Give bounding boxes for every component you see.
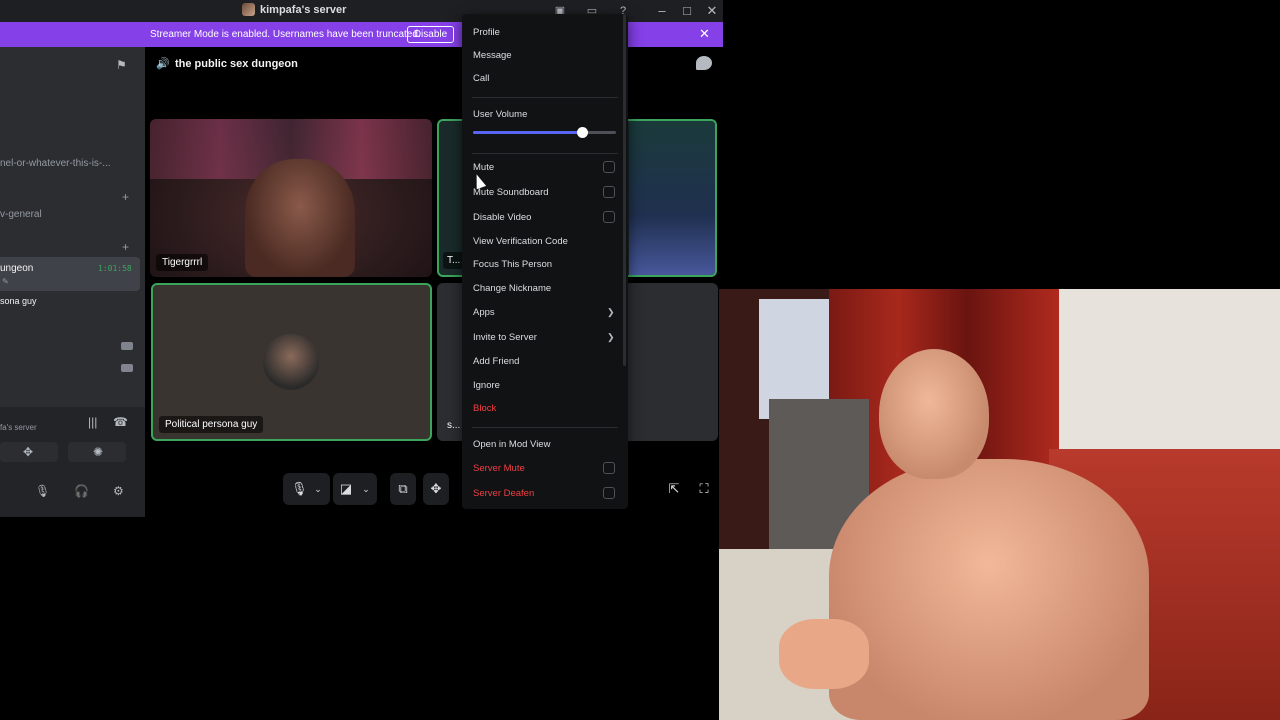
- avatar: [263, 334, 319, 390]
- chat-icon[interactable]: [696, 56, 712, 70]
- soundboard-icon: ✺: [93, 445, 104, 459]
- screen-share-icon: ⧉: [398, 481, 408, 496]
- popout-icon[interactable]: ⇱: [666, 473, 682, 505]
- window-title-text: kimpafa's server: [260, 3, 347, 16]
- menu-separator: [472, 427, 618, 428]
- mute-checkbox[interactable]: [603, 161, 615, 173]
- active-voice-channel[interactable]: ungeon 1:01:58 ✎: [0, 257, 140, 291]
- menu-item-invite-to-server[interactable]: Invite to Server: [473, 332, 537, 343]
- add-channel-icon[interactable]: +: [122, 190, 129, 204]
- disconnect-icon[interactable]: ☎: [113, 415, 128, 429]
- share-screen-button[interactable]: ⧉: [390, 473, 416, 505]
- maximize-icon[interactable]: □: [677, 2, 697, 20]
- streamer-webcam: [719, 289, 1280, 720]
- voice-timer: 1:01:58: [98, 264, 132, 273]
- server-deafen-checkbox[interactable]: [603, 487, 615, 499]
- menu-item-disable-video[interactable]: Disable Video: [473, 212, 531, 223]
- menu-item-message[interactable]: Message: [473, 50, 512, 61]
- chevron-right-icon: ❯: [607, 332, 615, 342]
- headphones-icon[interactable]: 🎧: [74, 484, 89, 498]
- menu-item-ignore[interactable]: Ignore: [473, 380, 500, 391]
- user-volume-slider[interactable]: [473, 127, 616, 138]
- menu-item-focus-this-person[interactable]: Focus This Person: [473, 259, 552, 270]
- menu-item-mute-soundboard[interactable]: Mute Soundboard: [473, 187, 549, 198]
- menu-separator: [472, 97, 618, 98]
- server-icon: [242, 3, 255, 16]
- channel-title: the public sex dungeon: [175, 58, 298, 70]
- menu-item-add-friend[interactable]: Add Friend: [473, 356, 519, 367]
- menu-item-open-in-mod-view[interactable]: Open in Mod View: [473, 439, 550, 450]
- add-member-icon[interactable]: ⚑: [116, 58, 130, 72]
- webcam-person: [779, 619, 869, 689]
- channel-item[interactable]: nel-or-whatever-this-is-...: [0, 158, 111, 169]
- menu-scrollbar[interactable]: [623, 14, 626, 366]
- participant-name: s...: [447, 420, 461, 431]
- chevron-down-icon: ⌄: [314, 484, 322, 494]
- apps-icon: ✥: [23, 445, 34, 459]
- mic-control[interactable]: 🎙 ⌄: [283, 473, 330, 505]
- menu-item-server-mute[interactable]: Server Mute: [473, 463, 525, 474]
- webcam-person: [829, 459, 1149, 720]
- noise-suppression-icon[interactable]: |||: [88, 415, 97, 429]
- channel-item[interactable]: v-general: [0, 209, 42, 220]
- apps-icon: ✥: [430, 481, 442, 496]
- mute-soundboard-checkbox[interactable]: [603, 186, 615, 198]
- chevron-down-icon: ⌄: [362, 484, 370, 494]
- participant-name: Tigergrrrl: [156, 254, 209, 271]
- window-title: kimpafa's server: [242, 3, 346, 16]
- banner-text: Streamer Mode is enabled. Usernames have…: [150, 29, 421, 40]
- close-banner-icon[interactable]: ✕: [699, 27, 710, 41]
- camera-icon: [121, 342, 133, 350]
- microphone-icon: 🎙: [291, 481, 308, 496]
- participant-video: [245, 159, 355, 277]
- menu-item-block[interactable]: Block: [473, 403, 496, 414]
- participant-name: Political persona guy: [159, 416, 264, 433]
- add-channel-icon[interactable]: +: [122, 240, 129, 254]
- menu-item-call[interactable]: Call: [473, 73, 489, 84]
- voice-server-name: fa's server: [0, 423, 37, 432]
- participant-video: [629, 121, 715, 275]
- voice-member[interactable]: sona guy: [0, 296, 37, 306]
- activities-button[interactable]: ✥: [423, 473, 449, 505]
- disable-streamer-mode-button[interactable]: Disable: [407, 26, 454, 43]
- menu-item-change-nickname[interactable]: Change Nickname: [473, 283, 551, 294]
- camera-icon: [121, 364, 133, 372]
- menu-item-view-verification-code[interactable]: View Verification Code: [473, 236, 568, 247]
- pencil-icon: ✎: [2, 277, 9, 286]
- minimize-icon[interactable]: –: [652, 2, 672, 20]
- activity-button[interactable]: ✥: [0, 442, 58, 462]
- video-tile-tigergrrrl[interactable]: Tigergrrrl: [150, 119, 432, 277]
- volume-slider-handle[interactable]: [576, 127, 588, 138]
- menu-item-apps[interactable]: Apps: [473, 307, 495, 318]
- soundboard-button[interactable]: ✺: [68, 442, 126, 462]
- voice-connection-panel: fa's server ||| ☎ ✥ ✺ 🎙 🎧 ⚙: [0, 407, 145, 517]
- menu-item-server-deafen[interactable]: Server Deafen: [473, 488, 534, 499]
- speaker-icon: 🔊: [156, 58, 170, 70]
- menu-item-mute[interactable]: Mute: [473, 162, 494, 173]
- chevron-right-icon: ❯: [607, 307, 615, 317]
- menu-separator: [472, 153, 618, 154]
- server-mute-checkbox[interactable]: [603, 462, 615, 474]
- disable-video-checkbox[interactable]: [603, 211, 615, 223]
- video-tile-political-persona-guy[interactable]: Political persona guy: [151, 283, 432, 441]
- channel-sidebar: ⚑ nel-or-whatever-this-is-... + v-genera…: [0, 47, 145, 517]
- settings-icon[interactable]: ⚙: [113, 484, 124, 498]
- voice-channel-label: ungeon: [0, 263, 34, 274]
- microphone-icon[interactable]: 🎙: [35, 484, 50, 498]
- webcam-background: [1052, 289, 1280, 449]
- webcam-person: [879, 349, 989, 479]
- voice-channel-view: 🔊 the public sex dungeon: [145, 47, 723, 517]
- user-context-menu: Profile Message Call User Volume Mute Mu…: [462, 14, 628, 509]
- menu-item-user-volume: User Volume: [473, 109, 528, 120]
- volume-slider-fill: [473, 131, 582, 134]
- close-window-icon[interactable]: ✕: [702, 2, 722, 20]
- fullscreen-icon[interactable]: ⛶: [696, 473, 712, 505]
- camera-off-icon: ◪: [339, 481, 353, 496]
- camera-control[interactable]: ◪ ⌄: [333, 473, 377, 505]
- menu-item-profile[interactable]: Profile: [473, 27, 500, 38]
